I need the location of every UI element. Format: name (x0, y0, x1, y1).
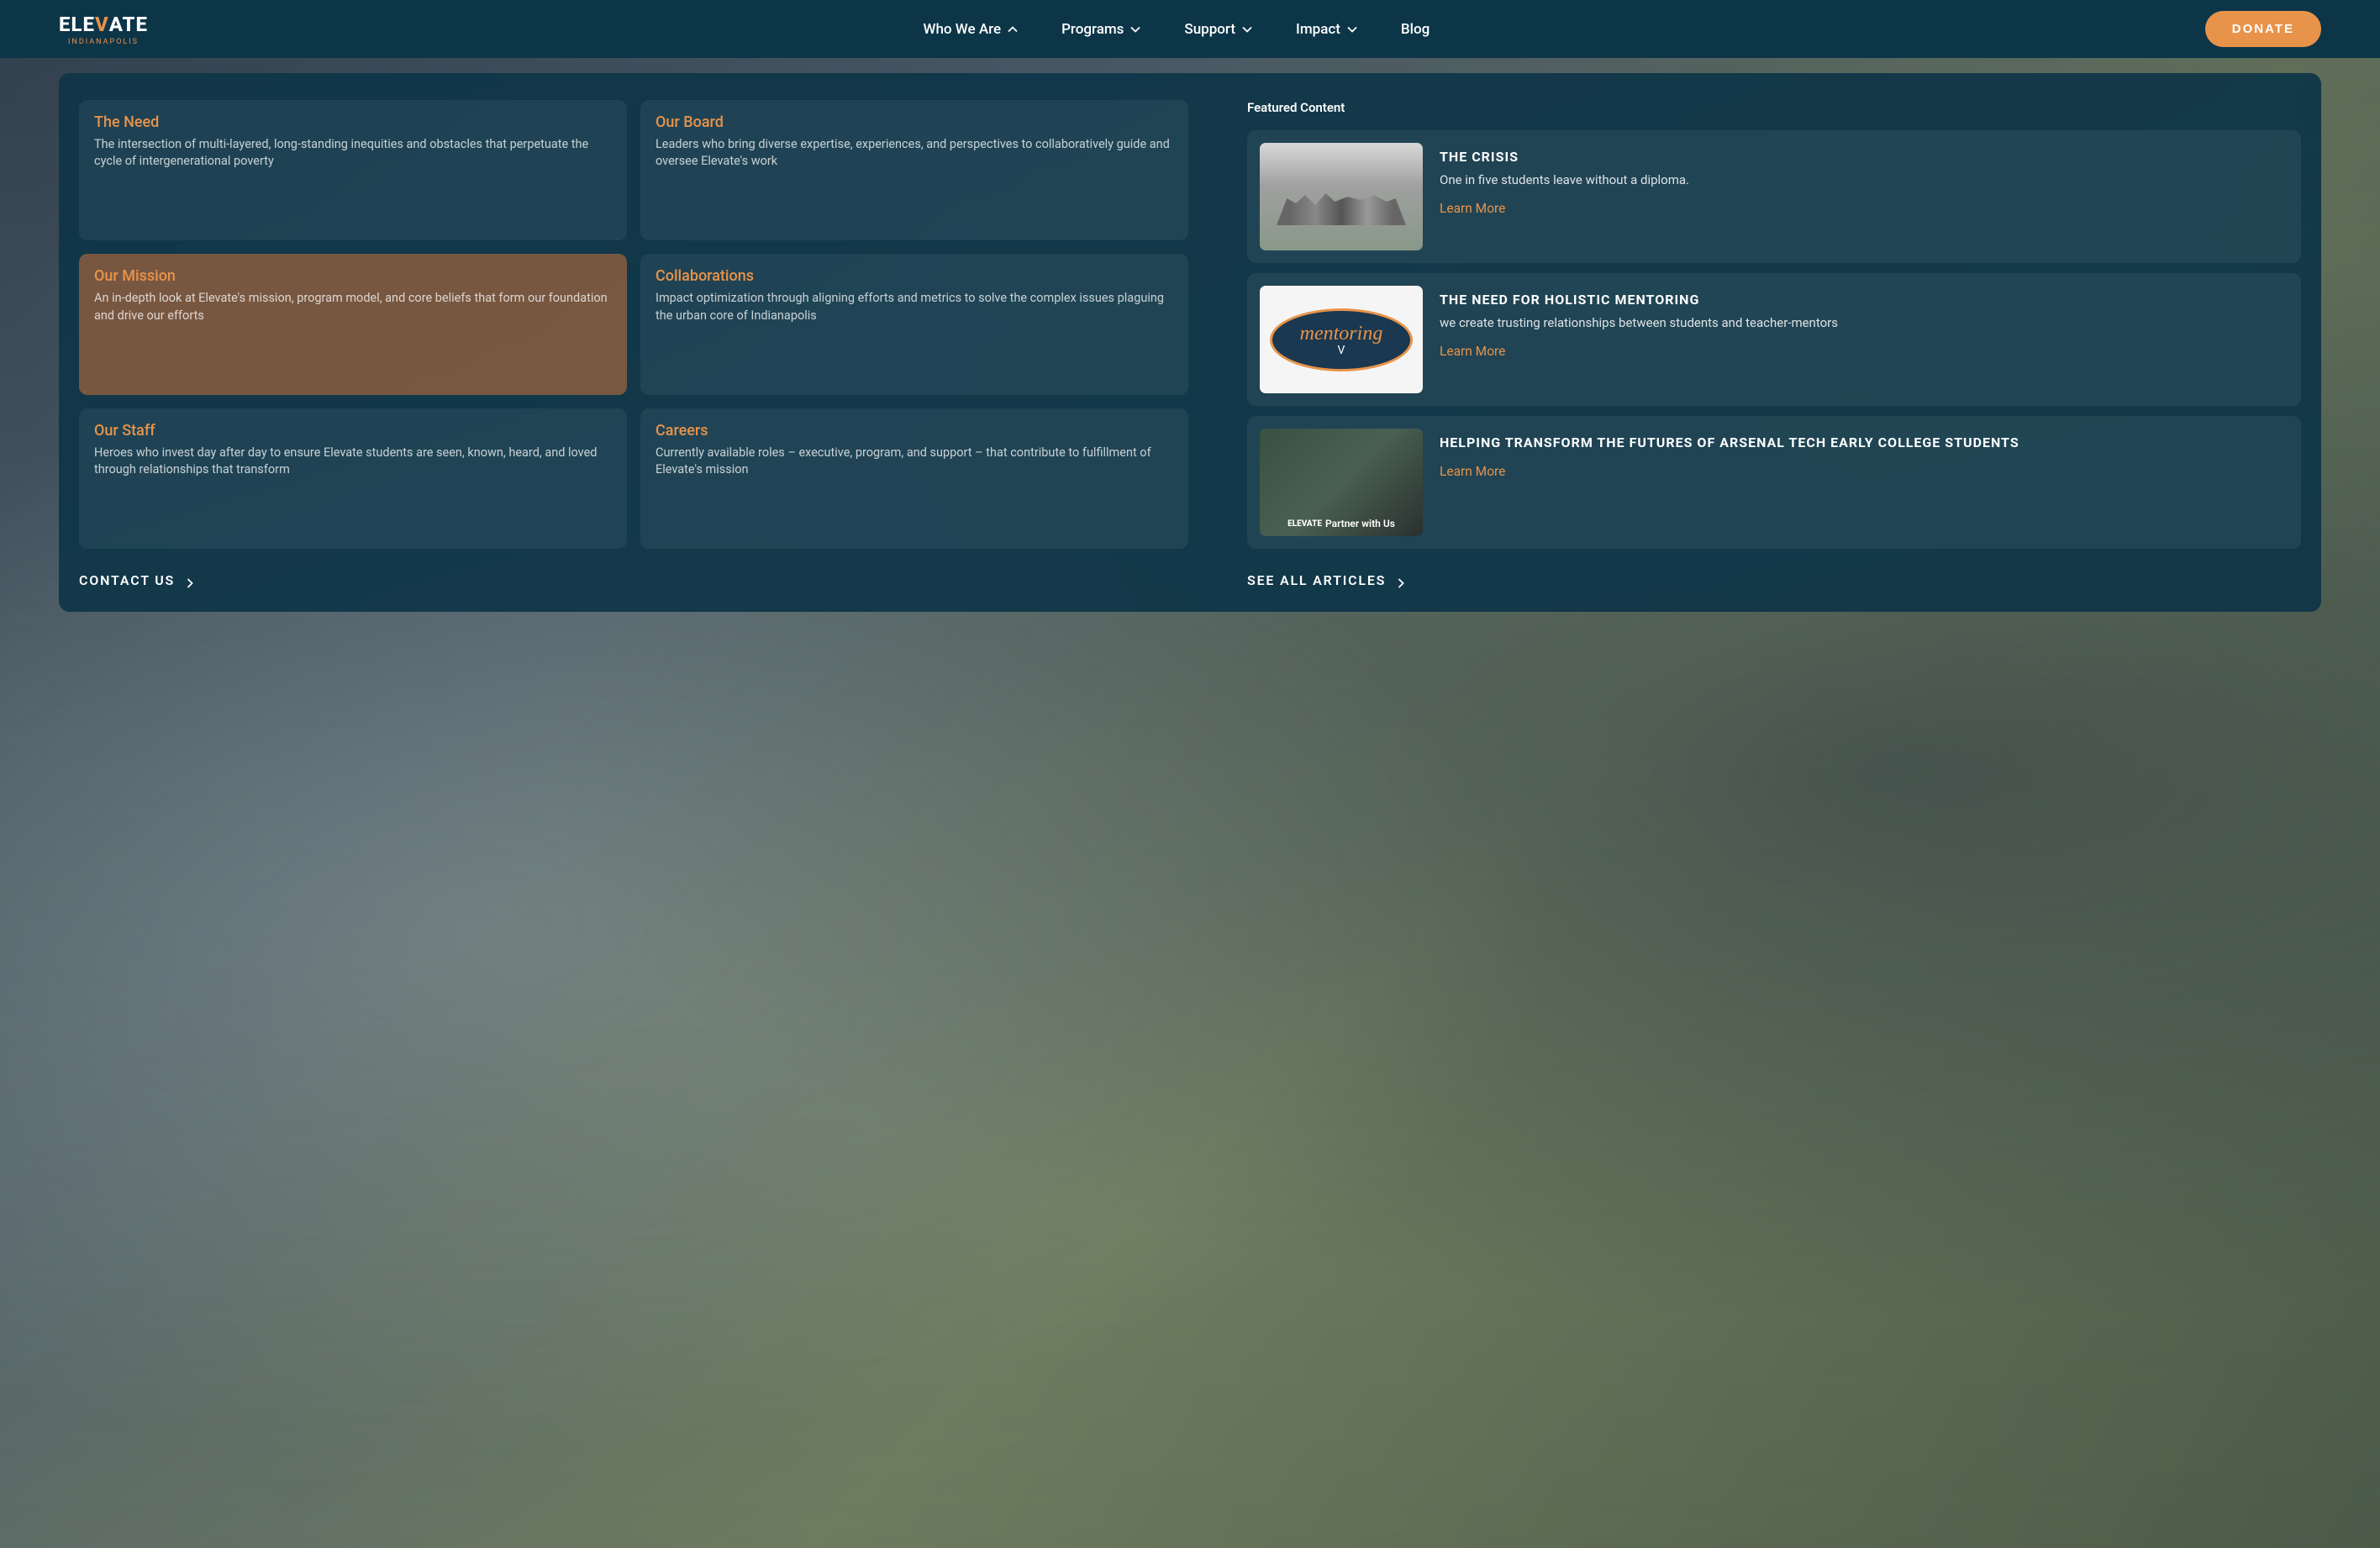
bottom-links-right: SEE ALL ARTICLES (1247, 572, 2301, 588)
nav-link-label: Impact (1296, 21, 1340, 38)
nav-links: Who We Are Programs Support Impact Blog (924, 21, 1430, 38)
featured-card-title: THE CRISIS (1440, 148, 1689, 166)
mentoring-badge: mentoring V (1270, 308, 1413, 371)
menu-item-desc: An in-depth look at Elevate's mission, p… (94, 290, 612, 324)
chevron-down-icon (1130, 26, 1140, 33)
chevron-right-icon (187, 576, 193, 586)
chevron-down-icon (1347, 26, 1357, 33)
partner-text: Partner with Us (1325, 518, 1395, 529)
logo-subtitle: INDIANAPOLIS (59, 38, 148, 46)
menu-item-desc: Heroes who invest day after day to ensur… (94, 445, 612, 479)
nav-programs[interactable]: Programs (1061, 21, 1140, 38)
featured-image-mentoring: mentoring V (1260, 286, 1423, 393)
nav-support[interactable]: Support (1184, 21, 1252, 38)
nav-impact[interactable]: Impact (1296, 21, 1357, 38)
menu-left: The Need The intersection of multi-layer… (79, 100, 1188, 588)
chevron-down-icon (1242, 26, 1252, 33)
nav-link-label: Support (1184, 21, 1235, 38)
featured-cards: THE CRISIS One in five students leave wi… (1247, 130, 2301, 549)
bottom-links-left: CONTACT US (79, 572, 1188, 588)
menu-item-title: Collaborations (656, 267, 1173, 285)
featured-content: HELPING TRANSFORM THE FUTURES OF ARSENAL… (1440, 429, 2019, 536)
menu-item-our-board[interactable]: Our Board Leaders who bring diverse expe… (640, 100, 1188, 240)
menu-item-desc: Leaders who bring diverse expertise, exp… (656, 136, 1173, 171)
mentoring-text: mentoring (1300, 323, 1383, 345)
menu-item-our-mission[interactable]: Our Mission An in-depth look at Elevate'… (79, 254, 627, 394)
featured-section: Featured Content THE CRISIS One in five … (1205, 100, 2301, 588)
menu-item-desc: Currently available roles – executive, p… (656, 445, 1173, 479)
partner-overlay: ELEVATE Partner with Us (1287, 518, 1395, 529)
featured-card-crisis[interactable]: THE CRISIS One in five students leave wi… (1247, 130, 2301, 263)
learn-more-link[interactable]: Learn More (1440, 201, 1689, 216)
logo-main: ELEVATE (59, 13, 148, 36)
see-all-label: SEE ALL ARTICLES (1247, 572, 1386, 588)
featured-image-partner: ELEVATE Partner with Us (1260, 429, 1423, 536)
featured-card-title: HELPING TRANSFORM THE FUTURES OF ARSENAL… (1440, 434, 2019, 452)
menu-item-our-staff[interactable]: Our Staff Heroes who invest day after da… (79, 408, 627, 549)
nav-link-label: Blog (1401, 21, 1430, 38)
featured-card-mentoring[interactable]: mentoring V THE NEED FOR HOLISTIC MENTOR… (1247, 273, 2301, 406)
nav-who-we-are[interactable]: Who We Are (924, 21, 1019, 38)
learn-more-link[interactable]: Learn More (1440, 344, 1838, 359)
partner-logo-text: ELEVATE (1287, 519, 1322, 529)
menu-item-title: Our Mission (94, 267, 612, 285)
mega-menu: The Need The intersection of multi-layer… (59, 73, 2321, 612)
menu-item-collaborations[interactable]: Collaborations Impact optimization throu… (640, 254, 1188, 394)
nav-link-label: Programs (1061, 21, 1124, 38)
chevron-right-icon (1398, 576, 1404, 586)
featured-card-desc: One in five students leave without a dip… (1440, 171, 1689, 190)
logo-text-v: V (95, 13, 109, 36)
see-all-articles-link[interactable]: SEE ALL ARTICLES (1247, 572, 1404, 588)
logo[interactable]: ELEVATE INDIANAPOLIS (59, 13, 148, 46)
menu-item-title: Careers (656, 422, 1173, 440)
contact-us-link[interactable]: CONTACT US (79, 572, 193, 588)
featured-card-title: THE NEED FOR HOLISTIC MENTORING (1440, 291, 1838, 309)
menu-item-title: Our Board (656, 113, 1173, 131)
menu-columns: The Need The intersection of multi-layer… (79, 100, 1188, 549)
learn-more-link[interactable]: Learn More (1440, 464, 2019, 479)
featured-card-desc: we create trusting relationships between… (1440, 314, 1838, 333)
contact-us-label: CONTACT US (79, 572, 175, 588)
featured-content: THE CRISIS One in five students leave wi… (1440, 143, 1689, 250)
mentoring-v-icon: V (1338, 344, 1345, 357)
menu-item-title: The Need (94, 113, 612, 131)
navbar: ELEVATE INDIANAPOLIS Who We Are Programs… (0, 0, 2380, 58)
menu-item-desc: The intersection of multi-layered, long-… (94, 136, 612, 171)
featured-image-city (1260, 143, 1423, 250)
featured-content: THE NEED FOR HOLISTIC MENTORING we creat… (1440, 286, 1838, 393)
menu-item-title: Our Staff (94, 422, 612, 440)
menu-item-the-need[interactable]: The Need The intersection of multi-layer… (79, 100, 627, 240)
logo-text-3: ATE (109, 13, 148, 36)
menu-item-desc: Impact optimization through aligning eff… (656, 290, 1173, 324)
menu-item-careers[interactable]: Careers Currently available roles – exec… (640, 408, 1188, 549)
donate-button[interactable]: DONATE (2205, 11, 2321, 47)
nav-blog[interactable]: Blog (1401, 21, 1430, 38)
nav-link-label: Who We Are (924, 21, 1002, 38)
featured-header: Featured Content (1247, 100, 2301, 115)
chevron-up-icon (1008, 26, 1018, 33)
featured-card-arsenal[interactable]: ELEVATE Partner with Us HELPING TRANSFOR… (1247, 416, 2301, 549)
logo-text-1: ELE (59, 13, 95, 36)
